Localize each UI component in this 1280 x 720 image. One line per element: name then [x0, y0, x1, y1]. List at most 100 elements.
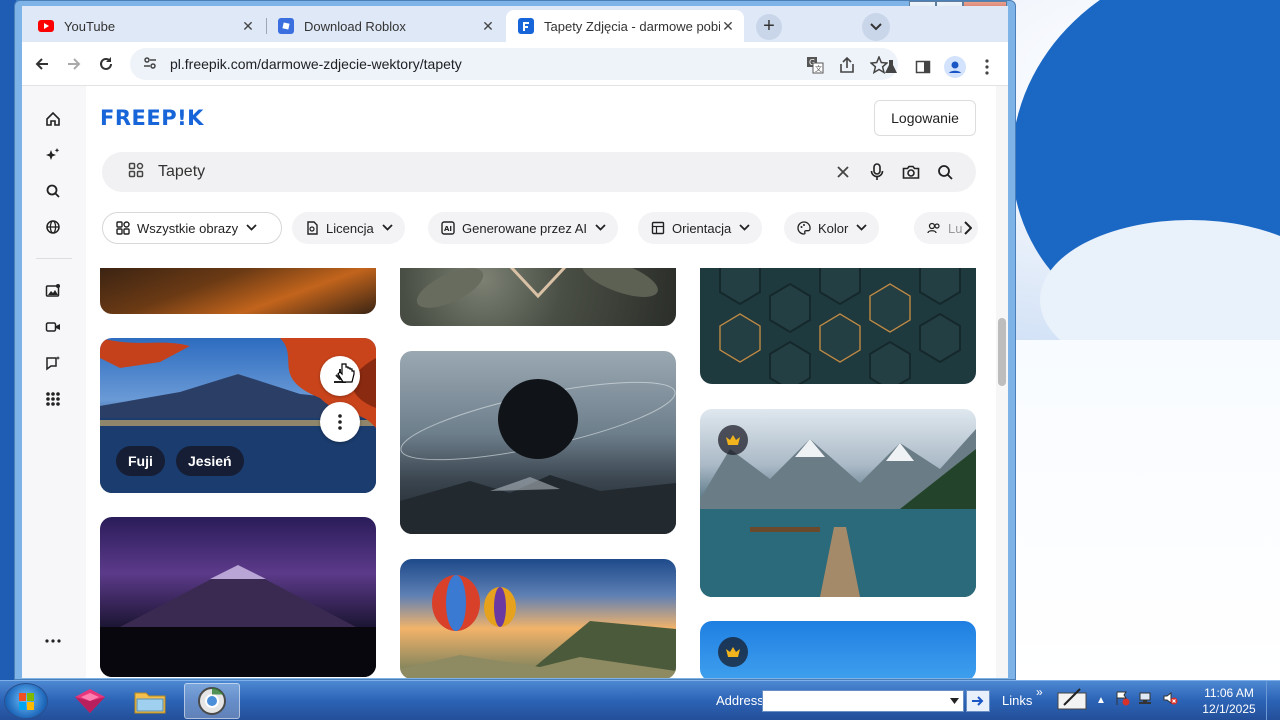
- svg-text:文: 文: [815, 64, 822, 73]
- search-bar[interactable]: Tapety: [102, 152, 976, 192]
- chevron-down-icon: [246, 223, 257, 234]
- tab-freepik[interactable]: Tapety Zdjęcia - darmowe pobie ✕: [506, 10, 744, 42]
- start-button[interactable]: [4, 683, 48, 719]
- filter-license[interactable]: Licencja: [292, 212, 405, 244]
- chevron-down-icon: [595, 223, 606, 234]
- tab-bar: YouTube ✕ Download Roblox ✕ Tapety Zdjęc…: [22, 6, 1008, 42]
- more-options-icon[interactable]: [42, 630, 64, 652]
- profile-avatar-icon[interactable]: [944, 56, 966, 78]
- chevron-down-icon: [382, 223, 393, 234]
- translate-icon[interactable]: G文: [804, 54, 826, 76]
- result-image-sunset[interactable]: [100, 268, 376, 314]
- pen-tablet-icon[interactable]: [1056, 685, 1088, 716]
- site-info-icon[interactable]: [142, 55, 158, 74]
- video-icon[interactable]: [42, 316, 64, 338]
- youtube-icon: [38, 18, 54, 34]
- tab-search-button[interactable]: [862, 13, 890, 41]
- tab-download-roblox[interactable]: Download Roblox ✕: [266, 10, 504, 42]
- taskbar-file-explorer-icon[interactable]: [122, 683, 178, 719]
- image-tag-autumn[interactable]: Jesień: [176, 446, 244, 476]
- back-button[interactable]: [30, 52, 54, 76]
- orientation-icon: [650, 220, 666, 236]
- microphone-icon[interactable]: [866, 161, 888, 183]
- taskbar-chrome-icon[interactable]: [184, 683, 240, 719]
- image-generator-icon[interactable]: [42, 280, 64, 302]
- result-image-dark-planet[interactable]: [400, 351, 676, 534]
- result-image-fuji-autumn[interactable]: Fuji Jesień: [100, 338, 376, 493]
- filter-bar: Wszystkie obrazy Licencja AI Generowane …: [102, 212, 982, 246]
- network-icon[interactable]: [1138, 690, 1154, 711]
- reload-button[interactable]: [94, 52, 118, 76]
- tab-youtube[interactable]: YouTube ✕: [26, 10, 264, 42]
- address-go-button[interactable]: [966, 690, 990, 712]
- volume-muted-icon[interactable]: [1162, 690, 1178, 711]
- browser-chrome: YouTube ✕ Download Roblox ✕ Tapety Zdjęc…: [22, 6, 1008, 678]
- more-actions-button[interactable]: [320, 402, 360, 442]
- search-icon[interactable]: [42, 180, 64, 202]
- filter-label: Generowane przez AI: [462, 220, 588, 236]
- filter-ai-generated[interactable]: AI Generowane przez AI: [428, 212, 619, 244]
- share-icon[interactable]: [836, 54, 858, 76]
- web-page: FREEP!K Logowanie Tapety Wszystkie obraz…: [22, 86, 1008, 678]
- address-toolbar-input[interactable]: [762, 690, 964, 712]
- login-button[interactable]: Logowanie: [874, 100, 976, 136]
- close-tab-icon[interactable]: ✕: [720, 18, 736, 35]
- filter-label: Kolor: [818, 220, 849, 236]
- grid-icon: [115, 220, 131, 236]
- forward-button[interactable]: [62, 52, 86, 76]
- system-tray: ▲: [1056, 685, 1178, 716]
- filter-label: Wszystkie obrazy: [137, 220, 239, 236]
- new-tab-button[interactable]: +: [756, 14, 782, 40]
- clock-time: 11:06 AM: [1204, 686, 1254, 700]
- ai-sparkle-icon[interactable]: [42, 144, 64, 166]
- result-image-fuji-night[interactable]: [100, 517, 376, 677]
- result-image-balloons[interactable]: [400, 559, 676, 678]
- camera-search-icon[interactable]: [900, 161, 922, 183]
- tab-title: YouTube: [64, 18, 116, 34]
- result-image-leaves[interactable]: [400, 268, 676, 326]
- tab-title: Download Roblox: [304, 18, 406, 34]
- palette-icon: [796, 220, 812, 236]
- side-panel-icon[interactable]: [912, 56, 934, 78]
- action-center-flag-icon[interactable]: [1114, 690, 1130, 711]
- system-clock[interactable]: 11:06 AM 12/1/2025: [1196, 685, 1262, 717]
- search-submit-icon[interactable]: [934, 161, 956, 183]
- result-image-mountain-lake-pier[interactable]: [700, 409, 976, 597]
- browser-toolbar: pl.freepik.com/darmowe-zdjecie-wektory/t…: [22, 42, 1008, 86]
- filter-all-images[interactable]: Wszystkie obrazy: [102, 212, 282, 244]
- filter-color[interactable]: Kolor: [784, 212, 880, 244]
- globe-icon[interactable]: [42, 216, 64, 238]
- address-toolbar-label: Address: [716, 693, 764, 708]
- tab-title: Tapety Zdjęcia - darmowe pobie: [544, 18, 720, 34]
- asset-type-icon[interactable]: [128, 162, 144, 183]
- close-tab-icon[interactable]: ✕: [240, 18, 256, 35]
- premium-crown-icon: [718, 637, 748, 667]
- filter-orientation[interactable]: Orientacja: [638, 212, 763, 244]
- browser-menu-icon[interactable]: [976, 56, 998, 78]
- freepik-logo[interactable]: FREEP!K: [100, 106, 204, 130]
- links-toolbar-label[interactable]: Links: [1002, 693, 1032, 708]
- apps-grid-icon[interactable]: [42, 388, 64, 410]
- result-image-hexagons[interactable]: [700, 268, 976, 384]
- scrollbar-thumb[interactable]: [998, 318, 1006, 386]
- result-image-blue-sky[interactable]: [700, 621, 976, 678]
- toolbar-overflow-chevron-icon[interactable]: »: [1036, 685, 1043, 699]
- close-tab-icon[interactable]: ✕: [480, 18, 496, 35]
- filters-scroll-right-icon[interactable]: [958, 218, 978, 238]
- left-navigation-rail: [22, 86, 86, 678]
- dropdown-arrow-icon[interactable]: [950, 698, 959, 704]
- search-input[interactable]: Tapety: [158, 163, 205, 181]
- home-icon[interactable]: [42, 108, 64, 130]
- show-hidden-icons-icon[interactable]: ▲: [1096, 695, 1106, 706]
- address-bar[interactable]: pl.freepik.com/darmowe-zdjecie-wektory/t…: [130, 48, 898, 80]
- clear-search-icon[interactable]: [832, 161, 854, 183]
- chevron-down-icon: [739, 223, 750, 234]
- chevron-down-icon: [856, 223, 867, 234]
- page-scrollbar[interactable]: [996, 86, 1008, 678]
- show-desktop-button[interactable]: [1266, 681, 1280, 720]
- taskbar-app-gem-icon[interactable]: [62, 683, 118, 719]
- chat-sparkle-icon[interactable]: [42, 352, 64, 374]
- labs-flask-icon[interactable]: [880, 56, 902, 78]
- url-text: pl.freepik.com/darmowe-zdjecie-wektory/t…: [170, 56, 462, 72]
- image-tag-fuji[interactable]: Fuji: [116, 446, 165, 476]
